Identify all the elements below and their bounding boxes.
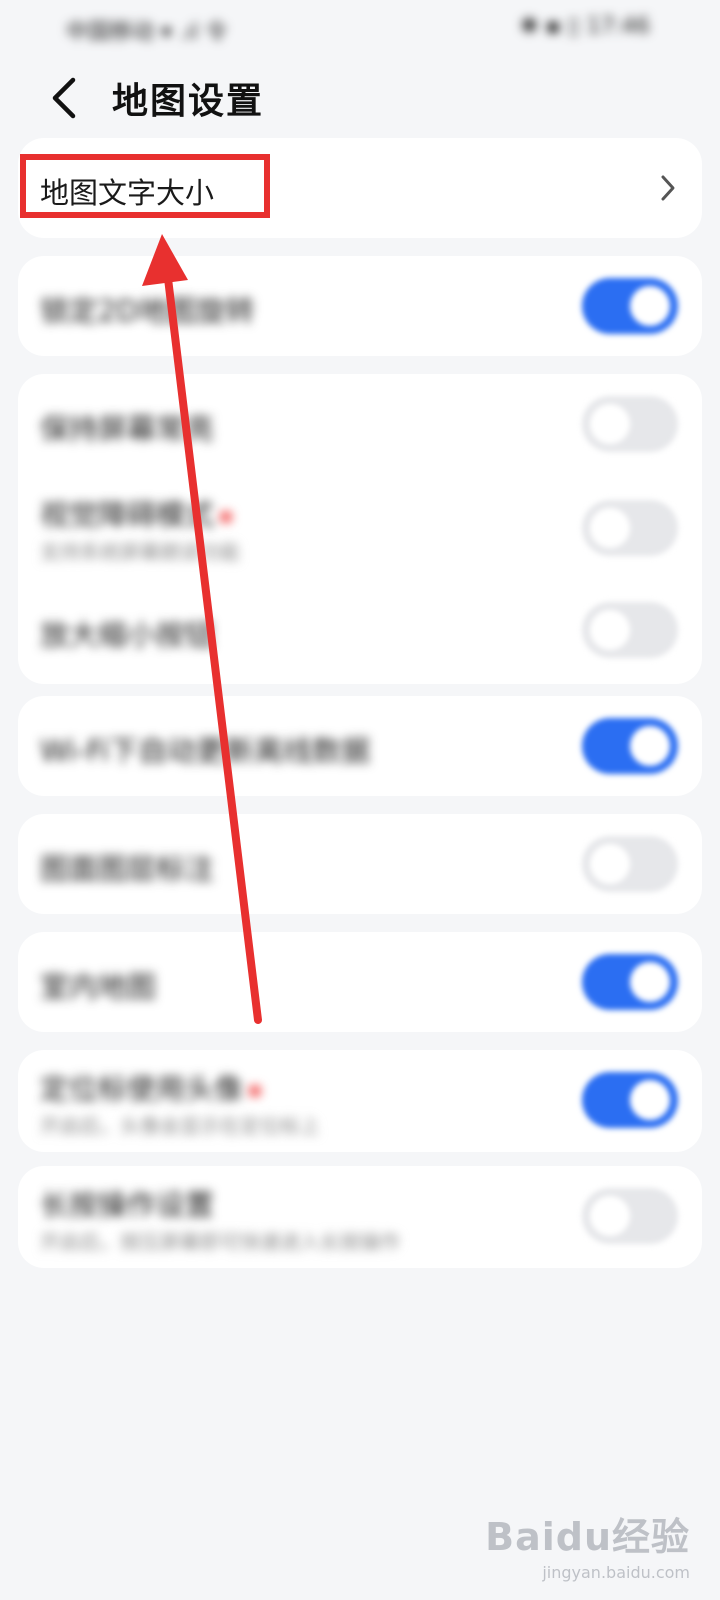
row-subtitle: 开启后，按压屏幕即可快速进入长按操作 [40, 1230, 400, 1254]
row-map-text-size[interactable]: 地图文字大小 [18, 138, 702, 238]
toggle-knob [590, 844, 630, 884]
row-zoom-button: 放大缩小按钮 [18, 582, 702, 682]
row-subtitle: 开启后，头像会显示在定位标上 [40, 1114, 320, 1138]
toggle-knob [630, 962, 670, 1002]
row-label: 室内地图 [40, 970, 157, 1004]
row-label: 图面图层标注 [40, 852, 215, 886]
card-location-avatar: 定位标使用头像 开启后，头像会显示在定位标上 [18, 1050, 702, 1152]
row-label: 地图文字大小 [40, 176, 215, 210]
row-label: 长按操作设置 [40, 1188, 215, 1222]
page-title: 地图设置 [112, 81, 265, 122]
card-map-marks: 图面图层标注 [18, 814, 702, 914]
annotation-arrow-icon [142, 234, 262, 1024]
row-location-avatar: 定位标使用头像 开启后，头像会显示在定位标上 [18, 1050, 702, 1152]
toggle-knob [630, 1080, 670, 1120]
toggle-indoor-map[interactable] [582, 954, 678, 1010]
toggle-zoom-button[interactable] [582, 602, 678, 658]
card-long-press: 长按操作设置 开启后，按压屏幕即可快速进入长按操作 [18, 1166, 702, 1268]
status-time: ✱ ▪ ▯ 17:46 [520, 14, 650, 39]
watermark: Baidu经验 jingyan.baidu.com [485, 1506, 690, 1582]
row-eye-mode: 视觉障碍模式 支持系统屏幕朗读功能 [18, 474, 702, 582]
new-badge-dot [220, 511, 233, 523]
row-label: 放大缩小按钮 [40, 618, 215, 652]
toggle-map-marks[interactable] [582, 836, 678, 892]
row-label: Wi-Fi下自动更新离线数据 [40, 734, 371, 768]
toggle-keep-screen-on[interactable] [582, 396, 678, 452]
toggle-knob [590, 1196, 630, 1236]
row-label: 保持屏幕常亮 [40, 412, 215, 446]
watermark-logo: Baidu经验 [485, 1515, 690, 1559]
back-button[interactable] [36, 68, 92, 128]
card-lock-2d: 锁定2D地图旋转 [18, 256, 702, 356]
row-wifi-update: Wi-Fi下自动更新离线数据 [18, 696, 702, 796]
card-map-text: 地图文字大小 [18, 138, 702, 238]
row-map-marks: 图面图层标注 [18, 814, 702, 914]
card-display-options: 保持屏幕常亮 视觉障碍模式 支持系统屏幕朗读功能 放大缩小按钮 [18, 374, 702, 684]
toggle-knob [630, 726, 670, 766]
toggle-knob [590, 404, 630, 444]
title-bar: 地图设置 [0, 62, 720, 138]
row-lock-2d: 锁定2D地图旋转 [18, 256, 702, 356]
chevron-right-icon [661, 175, 675, 201]
status-bar: 中国移动 ▾ .ıl 令 ✱ ▪ ▯ 17:46 [0, 0, 720, 56]
toggle-long-press[interactable] [582, 1188, 678, 1244]
row-keep-screen-on: 保持屏幕常亮 [18, 374, 702, 474]
toggle-lock-2d[interactable] [582, 278, 678, 334]
row-label: 视觉障碍模式 [40, 492, 233, 534]
row-long-press: 长按操作设置 开启后，按压屏幕即可快速进入长按操作 [18, 1166, 702, 1268]
settings-screen: 中国移动 ▾ .ıl 令 ✱ ▪ ▯ 17:46 地图设置 地图文字大小 锁定2… [0, 0, 720, 1600]
card-indoor-map: 室内地图 [18, 932, 702, 1032]
toggle-knob [590, 610, 630, 650]
toggle-eye-mode[interactable] [582, 500, 678, 556]
card-wifi-update: Wi-Fi下自动更新离线数据 [18, 696, 702, 796]
watermark-url: jingyan.baidu.com [542, 1563, 690, 1582]
row-subtitle: 支持系统屏幕朗读功能 [40, 540, 240, 564]
row-label: 定位标使用头像 [40, 1066, 262, 1108]
row-label: 锁定2D地图旋转 [40, 294, 255, 328]
status-carrier: 中国移动 ▾ .ıl 令 [66, 20, 228, 45]
new-badge-dot [249, 1085, 262, 1097]
toggle-wifi-update[interactable] [582, 718, 678, 774]
row-indoor-map: 室内地图 [18, 932, 702, 1032]
toggle-knob [590, 508, 630, 548]
toggle-knob [630, 286, 670, 326]
toggle-location-avatar[interactable] [582, 1072, 678, 1128]
chevron-left-icon [52, 77, 76, 119]
